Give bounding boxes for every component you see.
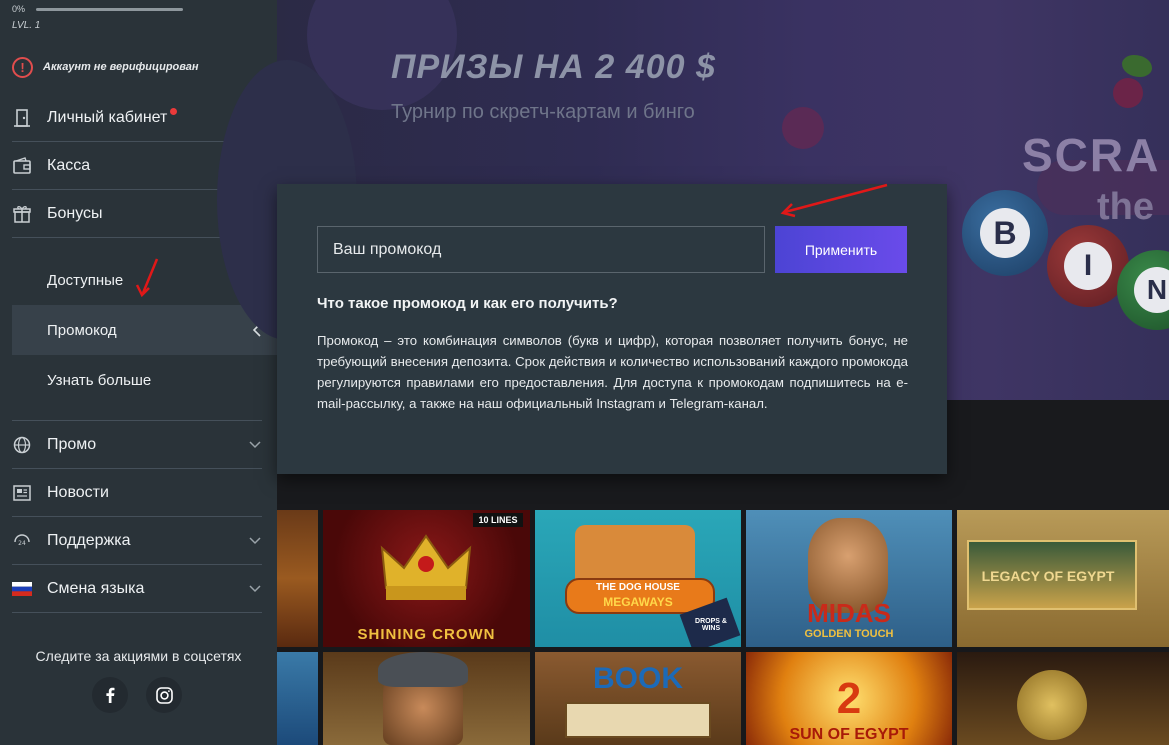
instagram-button[interactable]: [146, 677, 182, 713]
door-icon: [12, 108, 32, 128]
game-tile[interactable]: [323, 652, 530, 745]
crown-icon: [380, 534, 472, 600]
game-tile-dog-house[interactable]: THE DOG HOUSE MEGAWAYS DROPS & WINS: [535, 510, 741, 647]
instagram-icon: [155, 686, 173, 704]
svg-text:24: 24: [18, 540, 26, 547]
level-percent: 0%: [12, 4, 26, 14]
lines-badge: 10 LINES: [473, 513, 523, 527]
russia-flag-icon: [12, 579, 32, 599]
game-tile[interactable]: [277, 510, 318, 647]
banner-decoration: [782, 107, 824, 149]
submenu-label-promocode: Промокод: [47, 321, 117, 339]
menu-label-language: Смена языка: [47, 579, 145, 597]
game-tile[interactable]: [277, 652, 318, 745]
game-title: MIDAS: [807, 598, 891, 628]
alert-icon: !: [12, 56, 33, 78]
promocode-description: Промокод – это комбинация символов (букв…: [317, 333, 908, 411]
banner-title: ПРИЗЫ НА 2 400 $: [391, 48, 716, 86]
menu-label-promo: Промо: [47, 435, 97, 453]
menu-label-support: Поддержка: [47, 531, 131, 549]
wallet-icon: [12, 156, 32, 176]
level-progress-bar: [36, 8, 183, 11]
promocode-input[interactable]: [317, 226, 765, 273]
book-art: [565, 702, 711, 738]
egypt-symbol: [1017, 670, 1087, 740]
newspaper-icon: [12, 483, 32, 503]
verification-text: Аккаунт не верифицирован: [43, 61, 199, 73]
game-tile-shining-crown[interactable]: 10 LINES SHINING CROWN: [323, 510, 530, 647]
promocode-panel: Применить Что такое промокод и как его п…: [277, 184, 947, 474]
game-tile[interactable]: [957, 652, 1169, 745]
globe-icon: [12, 435, 32, 455]
submenu-item-learn-more[interactable]: Узнать больше: [12, 355, 277, 405]
support-24-icon: 24: [12, 531, 32, 551]
page: 0% LVL. 1 ! Аккаунт не верифицирован Лич…: [0, 0, 1169, 745]
menu-item-promo[interactable]: Промо: [12, 421, 262, 469]
chevron-down-icon: [249, 537, 261, 545]
menu-label-cabinet: Личный кабинет: [47, 108, 168, 126]
submenu-label-available: Доступные: [47, 271, 124, 289]
game-title: THE DOG HOUSE: [596, 582, 680, 593]
game-title-number: 2: [836, 674, 862, 723]
verification-status[interactable]: ! Аккаунт не верифицирован: [12, 56, 199, 78]
menu-label-cashier: Касса: [47, 156, 91, 174]
banner-art-text: SCRA: [1022, 129, 1161, 181]
notification-dot: [170, 108, 178, 115]
menu-item-language[interactable]: Смена языка: [12, 565, 262, 613]
banner-decoration: [1122, 55, 1152, 77]
chevron-down-icon: [249, 585, 261, 593]
menu-label-news: Новости: [47, 483, 109, 501]
game-title: BOOK: [593, 662, 683, 695]
chevron-down-icon: [249, 441, 261, 449]
banner-art-text: the: [1097, 186, 1154, 228]
banner-subtitle: Турнир по скретч-картам и бинго: [391, 101, 695, 123]
promocode-question: Что такое промокод и как его получить?: [317, 295, 618, 312]
banner-decoration: [1113, 78, 1143, 108]
game-tile-midas[interactable]: MIDAS GOLDEN TOUCH: [746, 510, 952, 647]
submenu-item-promocode[interactable]: Промокод: [12, 305, 277, 355]
social-caption: Следите за акциями в соцсетях: [35, 648, 242, 664]
facebook-icon: [106, 687, 115, 703]
game-tile-legacy-of-egypt[interactable]: LEGACY OF EGYPT: [957, 510, 1169, 647]
apply-promocode-button[interactable]: Применить: [775, 226, 907, 273]
game-tile-book[interactable]: BOOK: [535, 652, 741, 745]
menu-item-news[interactable]: Новости: [12, 469, 262, 517]
game-title: SHINING CROWN: [357, 626, 496, 643]
facebook-button[interactable]: [92, 677, 128, 713]
menu-label-bonuses: Бонусы: [47, 204, 103, 222]
game-title: LEGACY OF EGYPT: [981, 568, 1115, 584]
level-label: LVL. 1: [12, 20, 41, 31]
game-title: SUN OF EGYPT: [789, 726, 909, 743]
menu-item-support[interactable]: 24 Поддержка: [12, 517, 262, 565]
helmet: [378, 652, 468, 687]
submenu-label-learn-more: Узнать больше: [47, 371, 152, 389]
gift-icon: [12, 204, 32, 224]
game-tile-sun-of-egypt[interactable]: 2 SUN OF EGYPT: [746, 652, 952, 745]
game-subtitle: GOLDEN TOUCH: [804, 628, 894, 640]
bingo-ball: B: [962, 190, 1048, 276]
